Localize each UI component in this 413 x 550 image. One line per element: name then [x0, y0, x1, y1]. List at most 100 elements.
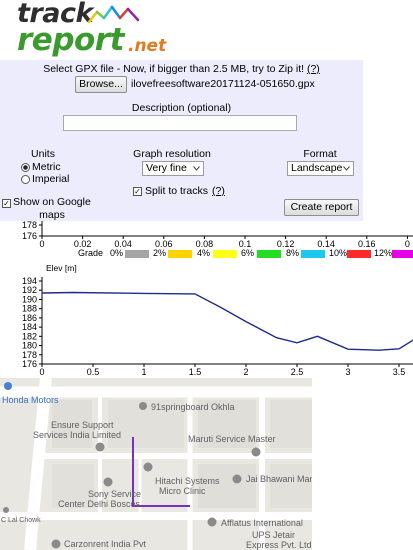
chevron-down-icon: [343, 166, 350, 171]
create-report-button[interactable]: Create report: [284, 199, 359, 216]
elevation-x-tick-label: 0: [39, 367, 44, 377]
elevation-x-tick-label: 1.5: [189, 367, 202, 377]
format-value: Landscape: [291, 162, 343, 174]
map-block: [270, 464, 312, 508]
graph-resolution-select[interactable]: Very fine: [142, 161, 204, 176]
elevation-x-tick-label: 3: [345, 367, 350, 377]
poi-marker-icon: [143, 462, 153, 472]
grade-legend-swatch: [213, 250, 237, 258]
elevation-y-tick-label: 192: [22, 285, 37, 295]
split-tracks-help-link[interactable]: (?): [212, 185, 225, 198]
format-select[interactable]: Landscape: [287, 161, 354, 176]
top-chart-x-tick-label: 0.1: [239, 239, 252, 249]
description-label: Description (optional): [131, 102, 232, 114]
units-metric-option[interactable]: Metric: [21, 161, 81, 173]
graph-resolution-label: Graph resolution: [133, 148, 211, 160]
elevation-y-tick-label: 188: [22, 304, 37, 314]
grade-legend-swatch: [168, 250, 192, 258]
select-file-line: Select GPX file - Now, if bigger than 2.…: [0, 63, 363, 76]
google-map[interactable]: Honda Motors 91springboard Okhla Ensure …: [0, 378, 312, 550]
logo-word-report: report: [17, 22, 124, 58]
elevation-line: [41, 291, 413, 351]
google-maps-label: Show on Google maps: [13, 196, 91, 221]
elevation-y-tick-label: 178: [22, 350, 37, 360]
map-block: [270, 400, 312, 448]
map-label[interactable]: Express Pvt. Ltd: [246, 540, 312, 550]
logo-sparkline-segment: [87, 10, 99, 24]
site-logo[interactable]: track report .net: [0, 0, 170, 60]
graph-resolution-value: Very fine: [146, 162, 187, 174]
top-chart-x-tick-label: 0.06: [155, 239, 173, 249]
map-label[interactable]: Micro Clinic: [159, 486, 206, 496]
elevation-y-tick-label: 186: [22, 313, 37, 323]
poi-marker-icon: [3, 507, 9, 513]
top-chart-x-tick-label: 0.04: [114, 239, 132, 249]
chevron-down-icon: [193, 166, 200, 171]
units-label: Units: [31, 148, 55, 160]
grade-legend-swatch: [301, 250, 325, 258]
units-imperial-label: Imperial: [32, 173, 70, 185]
grade-legend-swatch: [392, 250, 413, 258]
elevation-y-tick-label: 194: [22, 276, 37, 286]
upload-form: Select GPX file - Now, if bigger than 2.…: [0, 60, 363, 221]
poi-marker-icon: [103, 477, 113, 487]
elevation-y-tick-label: 190: [22, 294, 37, 304]
grade-legend-swatch: [347, 250, 371, 258]
map-label[interactable]: Sony Service: [88, 489, 141, 499]
map-label[interactable]: UPS Jetair: [252, 530, 295, 540]
elevation-y-axis-title: Elev [m]: [46, 263, 77, 273]
elevation-y-tick-label: 180: [22, 341, 37, 351]
units-metric-radio[interactable]: [21, 163, 30, 172]
grade-legend-swatch: [125, 250, 149, 258]
poi-marker-icon: [251, 447, 261, 457]
map-label[interactable]: Honda Motors: [2, 395, 59, 405]
elevation-x-tick-label: 2: [243, 367, 248, 377]
logo-sparkline-segment: [95, 10, 106, 20]
browse-button[interactable]: Browse...: [75, 76, 127, 93]
map-label[interactable]: Center Delhi Boscos: [58, 499, 140, 509]
map-label[interactable]: Carzonrent India Pvt: [64, 539, 146, 549]
top-chart-x-tick-label: 0.08: [196, 239, 214, 249]
map-label[interactable]: 91springboard Okhla: [151, 402, 235, 412]
map-label[interactable]: C Lal Chowk: [1, 516, 41, 526]
map-label[interactable]: Services India Limited: [33, 430, 121, 440]
select-file-text: Select GPX file - Now, if bigger than 2.…: [43, 63, 305, 75]
poi-marker-icon: [51, 539, 61, 549]
poi-marker-icon: [207, 517, 217, 527]
poi-marker-icon: [95, 442, 105, 452]
top-chart-x-tick-label: 0.12: [277, 239, 295, 249]
elevation-y-tick-label: 176: [22, 359, 37, 369]
top-chart-x-tick-label: 0.02: [74, 239, 92, 249]
top-chart-x-tick-label: 0.16: [358, 239, 376, 249]
top-chart-y-tick-label: 176: [22, 231, 37, 241]
logo-sparkline-segment: [102, 5, 114, 20]
map-label[interactable]: Jai Bhawani Mand: [246, 474, 312, 484]
units-imperial-radio[interactable]: [21, 175, 30, 184]
elevation-y-tick-label: 182: [22, 331, 37, 341]
elevation-y-tick-label: 184: [22, 322, 37, 332]
map-label[interactable]: Hitachi Systems: [155, 476, 220, 486]
description-input[interactable]: [63, 115, 297, 131]
logo-suffix-net: .net: [128, 36, 167, 56]
map-label[interactable]: Afflatus International: [221, 518, 303, 528]
units-imperial-option[interactable]: Imperial: [21, 173, 81, 185]
top-chart-x-tick-label: 0: [39, 239, 44, 249]
elevation-x-tick-label: 2.5: [291, 367, 304, 377]
elevation-x-tick-label: 3.5: [393, 367, 406, 377]
honda-marker-icon: [4, 382, 12, 390]
top-chart-x-tick-label: 0: [405, 239, 410, 249]
select-file-help-link[interactable]: (?): [307, 63, 320, 75]
split-tracks-label: Split to tracks: [145, 185, 209, 197]
map-label[interactable]: Ensure Support: [51, 420, 114, 430]
selected-file-name: ilovefreesoftware20171124-051650.gpx: [131, 78, 315, 90]
map-block: [198, 464, 256, 508]
split-tracks-checkbox[interactable]: ✓: [133, 187, 142, 196]
poi-marker-icon: [139, 402, 147, 410]
elevation-x-tick-label: 1: [141, 367, 146, 377]
grade-legend-swatch: [257, 250, 281, 258]
map-label[interactable]: Maruti Service Master: [188, 434, 276, 444]
split-tracks-option[interactable]: ✓ Split to tracks (?): [133, 185, 233, 198]
poi-marker-icon: [232, 474, 242, 484]
logo-sparkline-segment: [126, 7, 140, 22]
elevation-chart: Elev [m] 176178180182184186188190192194 0 0…: [22, 263, 413, 377]
